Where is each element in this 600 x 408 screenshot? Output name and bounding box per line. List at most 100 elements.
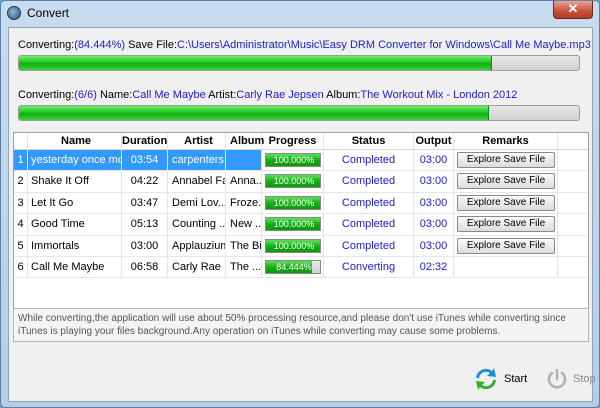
track-name-label: Name: — [96, 89, 133, 101]
row-name: Good Time — [28, 214, 122, 235]
row-progress: 100.000% — [262, 150, 324, 171]
track-progress-bar — [18, 105, 580, 121]
row-number: 1 — [14, 150, 28, 171]
track-progress-text: Converting:(6/6) Name:Call Me Maybe Arti… — [18, 89, 517, 101]
explore-save-file-button[interactable]: Explore Save File — [457, 152, 555, 168]
row-name: Immortals — [28, 235, 122, 256]
track-name-value: Call Me Maybe — [132, 89, 206, 101]
row-progress-label: 100.000% — [273, 240, 315, 251]
header-progress[interactable]: Progress — [262, 133, 324, 149]
title-bar[interactable]: Convert ✕ — [1, 1, 599, 27]
row-progress-bar: 84.444% — [265, 259, 321, 274]
row-duration: 03:47 — [122, 192, 168, 214]
header-remarks[interactable]: Remarks — [454, 133, 558, 149]
row-name: Call Me Maybe — [28, 256, 122, 278]
row-album: The ... — [226, 256, 262, 278]
row-duration: 05:13 — [122, 214, 168, 235]
row-name: Let It Go — [28, 192, 122, 214]
row-duration: 06:58 — [122, 256, 168, 278]
row-progress-label: 100.000% — [273, 197, 315, 208]
row-album: Froze... — [226, 192, 262, 214]
save-file-path: C:\Users\Administrator\Music\Easy DRM Co… — [177, 39, 591, 51]
row-progress-bar: 100.000% — [265, 153, 321, 167]
row-progress-bar: 100.000% — [265, 195, 321, 210]
row-output: 03:00 — [414, 150, 454, 171]
row-output: 03:00 — [414, 214, 454, 235]
convert-window: Convert ✕ Converting: (84.444%) Save File… — [0, 0, 600, 408]
row-remarks: Explore Save File — [454, 235, 558, 256]
explore-save-file-button[interactable]: Explore Save File — [457, 216, 555, 233]
row-filler — [558, 257, 588, 277]
row-album: New ... — [226, 214, 262, 235]
header-name[interactable]: Name — [28, 133, 122, 149]
row-album: Anna... — [226, 171, 262, 192]
row-status: Completed — [324, 171, 414, 192]
file-progress-percent: (84.444%) — [74, 39, 126, 51]
row-remarks: Explore Save File — [454, 150, 558, 171]
row-filler — [558, 150, 588, 170]
header-artist[interactable]: Artist — [168, 133, 226, 149]
window-title: Convert — [27, 6, 70, 20]
row-progress-label: 84.444% — [276, 261, 312, 272]
table-row[interactable]: 5Immortals03:00ApplauziumThe Bi... 100.00… — [14, 235, 588, 257]
table-header: Name Duration Artist Album Progress Stat… — [14, 133, 588, 150]
row-progress-bar: 100.000% — [265, 174, 321, 189]
track-table: Name Duration Artist Album Progress Stat… — [13, 132, 589, 320]
explore-save-file-button[interactable]: Explore Save File — [457, 237, 555, 254]
start-label: Start — [504, 373, 528, 385]
row-progress-label: 100.000% — [273, 219, 315, 230]
app-icon — [7, 6, 21, 20]
row-progress: 100.000% — [262, 192, 324, 214]
track-artist-label: Artist: — [205, 89, 237, 101]
file-progress-text: Converting:(84.444%) Save File:C:\Users\… — [18, 39, 591, 51]
row-album — [226, 150, 262, 171]
row-number: 6 — [14, 256, 28, 278]
header-num[interactable] — [14, 133, 28, 149]
close-button[interactable]: ✕ — [553, 1, 593, 19]
table-row[interactable]: 3Let It Go03:47Demi Lov...Froze... 100.00… — [14, 192, 588, 215]
row-filler — [558, 214, 588, 234]
start-button[interactable]: Start — [472, 365, 527, 393]
explore-save-file-button[interactable]: Explore Save File — [457, 173, 555, 190]
header-album[interactable]: Album — [226, 133, 264, 149]
header-filler — [558, 133, 588, 149]
row-number: 5 — [14, 235, 28, 256]
convert-panel: Converting: (84.444%) Save File:C:\Users\… — [8, 27, 596, 402]
track-progress-fill — [19, 106, 490, 120]
row-remarks: Explore Save File — [454, 192, 558, 214]
save-file-label: Save File: — [125, 39, 177, 51]
header-duration[interactable]: Duration — [122, 133, 168, 149]
header-status[interactable]: Status — [324, 133, 414, 149]
row-status: Converting — [324, 256, 414, 278]
table-row[interactable]: 2Shake It Off04:22Annabel FayAnna... 100.… — [14, 171, 588, 193]
table-row[interactable]: 1yesterday once more03:54carpenters 100.0… — [14, 150, 588, 172]
row-duration: 03:00 — [122, 235, 168, 256]
row-output: 03:00 — [414, 171, 454, 192]
row-status: Completed — [324, 214, 414, 235]
row-artist: Demi Lov... — [168, 192, 226, 214]
stop-button[interactable]: Stop — [545, 365, 596, 393]
header-output[interactable]: Output — [414, 133, 454, 149]
row-number: 2 — [14, 171, 28, 192]
row-progress-bar: 100.000% — [265, 238, 321, 253]
row-artist: Counting ... — [168, 214, 226, 235]
file-progress-bar — [18, 55, 580, 71]
row-artist: carpenters — [168, 150, 226, 171]
row-artist: Carly Rae ... — [168, 256, 226, 278]
track-progress-prefix: Converting: — [18, 89, 75, 101]
track-artist-value: Carly Rae Jepsen — [236, 89, 324, 101]
row-filler — [558, 193, 588, 213]
row-album: The Bi... — [226, 235, 262, 256]
track-album-label: Album: — [323, 89, 361, 101]
table-row[interactable]: 4 Good Time 05:13 Counting ... New ... 100.00… — [14, 214, 588, 236]
explore-save-file-button[interactable]: Explore Save File — [457, 194, 555, 211]
file-progress-fill — [19, 56, 492, 70]
track-progress-count: (6/6) — [74, 89, 97, 101]
notice-text: While converting,the application will us… — [13, 308, 589, 342]
table-row[interactable]: 6Call Me Maybe06:58Carly Rae ...The ... 8… — [14, 256, 588, 279]
row-remarks: Explore Save File — [454, 171, 558, 192]
row-remarks: Explore Save File — [454, 214, 558, 235]
row-artist: Applauzium — [168, 235, 226, 256]
row-status: Completed — [324, 192, 414, 214]
power-icon — [547, 368, 567, 389]
